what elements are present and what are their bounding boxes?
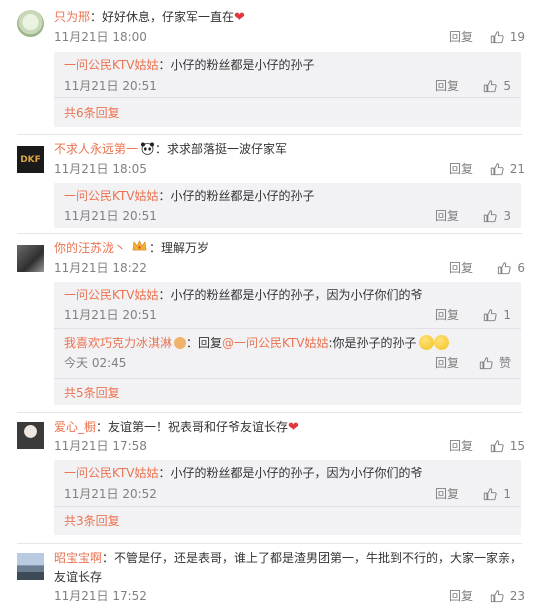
like-button[interactable]: 赞 — [479, 354, 511, 372]
comment-text: ：求求部落挺一波仔家军 — [155, 142, 288, 156]
mention-link[interactable]: @一问公民KTV姑姑 — [222, 336, 328, 350]
reply-text: ：小仔的粉丝都是小仔的孙子 — [158, 189, 315, 203]
comment-time: 11月21日 17:58 — [54, 439, 147, 453]
heart-emoji-icon: ❤ — [288, 420, 299, 435]
like-count: 1 — [503, 308, 511, 322]
reply-username[interactable]: 我喜欢巧克力冰淇淋 — [64, 336, 172, 350]
comment-text-continued: 友谊长存 — [54, 570, 103, 584]
like-count: 15 — [509, 439, 525, 453]
reply-username[interactable]: 一问公民KTV姑姑 — [64, 466, 158, 480]
reply-box: 一问公民KTV姑姑：小仔的粉丝都是小仔的孙子 11月21日 20:51 回复 5… — [54, 52, 521, 127]
avatar[interactable] — [17, 422, 44, 449]
reply-button[interactable]: 回复 — [435, 485, 459, 503]
like-count: 1 — [503, 487, 511, 501]
reply-username[interactable]: 一问公民KTV姑姑 — [64, 189, 158, 203]
thumbs-up-icon — [484, 80, 497, 93]
divider — [17, 543, 522, 544]
thumbs-up-icon — [479, 357, 493, 370]
like-count: 6 — [517, 261, 525, 275]
comment-time: 11月21日 18:22 — [54, 261, 147, 275]
reply-button[interactable]: 回复 — [449, 587, 473, 605]
reply-text: :你是孙子的孙子 — [328, 336, 417, 350]
avatar[interactable] — [17, 245, 44, 272]
avatar[interactable] — [17, 10, 44, 37]
like-button[interactable]: 21 — [490, 160, 525, 178]
thumbs-up-icon — [490, 163, 504, 176]
reply-button[interactable]: 回复 — [449, 160, 473, 178]
reply-text: ：小仔的粉丝都是小仔的孙子，因为小仔你们的爷 — [158, 288, 423, 302]
divider — [17, 412, 522, 413]
like-count: 5 — [503, 79, 511, 93]
crown-emoji-icon — [132, 239, 147, 257]
reply-time: 11月21日 20:52 — [64, 487, 157, 501]
thumbs-up-icon — [484, 488, 497, 501]
like-count: 21 — [509, 162, 525, 176]
reply-text-prefix: ：回复 — [186, 336, 223, 350]
reply-button[interactable]: 回复 — [449, 259, 473, 277]
like-button[interactable]: 15 — [490, 437, 525, 455]
thumbs-up-icon — [484, 210, 497, 223]
heart-emoji-icon: ❤ — [234, 10, 245, 25]
like-count: 赞 — [498, 356, 511, 370]
more-replies-link[interactable]: 共3条回复 — [64, 512, 120, 530]
avatar[interactable] — [17, 553, 44, 580]
like-button[interactable]: 3 — [483, 207, 511, 225]
reply-time: 11月21日 20:51 — [64, 308, 157, 322]
smile-emoji-icon — [418, 335, 434, 350]
reply-box: 一问公民KTV姑姑：小仔的粉丝都是小仔的孙子 11月21日 20:51 回复 3 — [54, 183, 521, 228]
reply-text: ：小仔的粉丝都是小仔的孙子 — [158, 58, 315, 72]
like-count: 23 — [509, 589, 525, 603]
like-count: 19 — [509, 30, 525, 44]
reply-button[interactable]: 回复 — [449, 28, 473, 46]
reply-box: 一问公民KTV姑姑：小仔的粉丝都是小仔的孙子，因为小仔你们的爷 11月21日 2… — [54, 460, 521, 535]
like-button[interactable]: 23 — [490, 587, 525, 605]
panda-emoji-icon — [140, 142, 155, 155]
thumbs-up-icon — [490, 31, 504, 44]
comment-username[interactable]: 不求人永远第一 — [54, 142, 138, 156]
thumbs-up-icon — [498, 262, 511, 275]
comment-username[interactable]: 你的汪苏泷丶 — [54, 241, 126, 255]
comment-time: 11月21日 18:00 — [54, 30, 147, 44]
comment-text: ：理解万岁 — [149, 241, 210, 255]
more-replies-link[interactable]: 共6条回复 — [64, 104, 120, 122]
like-button[interactable]: 1 — [483, 306, 511, 324]
comment-time: 11月21日 18:05 — [54, 162, 147, 176]
reply-button[interactable]: 回复 — [435, 354, 459, 372]
reply-username[interactable]: 一问公民KTV姑姑 — [64, 288, 158, 302]
comment-text: ：不管是仔，还是表哥，谁上了都是渣男团第一，牛批到不行的，大家一家亲， — [102, 551, 523, 565]
comment-username[interactable]: 昭宝宝啊 — [54, 551, 102, 565]
reply-button[interactable]: 回复 — [435, 207, 459, 225]
reply-button[interactable]: 回复 — [435, 77, 459, 95]
reply-time: 11月21日 20:51 — [64, 79, 157, 93]
comment-text: ：好好休息，仔家军一直在 — [90, 10, 235, 24]
divider — [17, 134, 522, 135]
like-button[interactable]: 6 — [497, 259, 525, 277]
more-replies-link[interactable]: 共5条回复 — [64, 384, 120, 402]
reply-time: 今天 02:45 — [64, 356, 127, 370]
reply-time: 11月21日 20:51 — [64, 209, 157, 223]
reply-box: 一问公民KTV姑姑：小仔的粉丝都是小仔的孙子，因为小仔你们的爷 11月21日 2… — [54, 282, 521, 405]
comment-username[interactable]: 爱心_橱 — [54, 420, 96, 434]
thumbs-up-icon — [484, 309, 497, 322]
divider — [17, 233, 522, 234]
comment-text: ：友谊第一！祝表哥和仔爷友谊长存 — [96, 420, 289, 434]
member-badge-icon — [174, 337, 187, 349]
like-button[interactable]: 1 — [483, 485, 511, 503]
thumbs-up-icon — [490, 440, 504, 453]
reply-text: ：小仔的粉丝都是小仔的孙子，因为小仔你们的爷 — [158, 466, 423, 480]
like-button[interactable]: 19 — [490, 28, 525, 46]
reply-button[interactable]: 回复 — [435, 306, 459, 324]
like-button[interactable]: 5 — [483, 77, 511, 95]
like-count: 3 — [503, 209, 511, 223]
thumbs-up-icon — [490, 590, 504, 603]
reply-button[interactable]: 回复 — [449, 437, 473, 455]
comment-username[interactable]: 只为邢 — [54, 10, 90, 24]
comment-time: 11月21日 17:52 — [54, 589, 147, 603]
avatar[interactable]: DKF — [17, 146, 44, 173]
reply-username[interactable]: 一问公民KTV姑姑 — [64, 58, 158, 72]
smile-emoji-icon — [433, 335, 449, 350]
